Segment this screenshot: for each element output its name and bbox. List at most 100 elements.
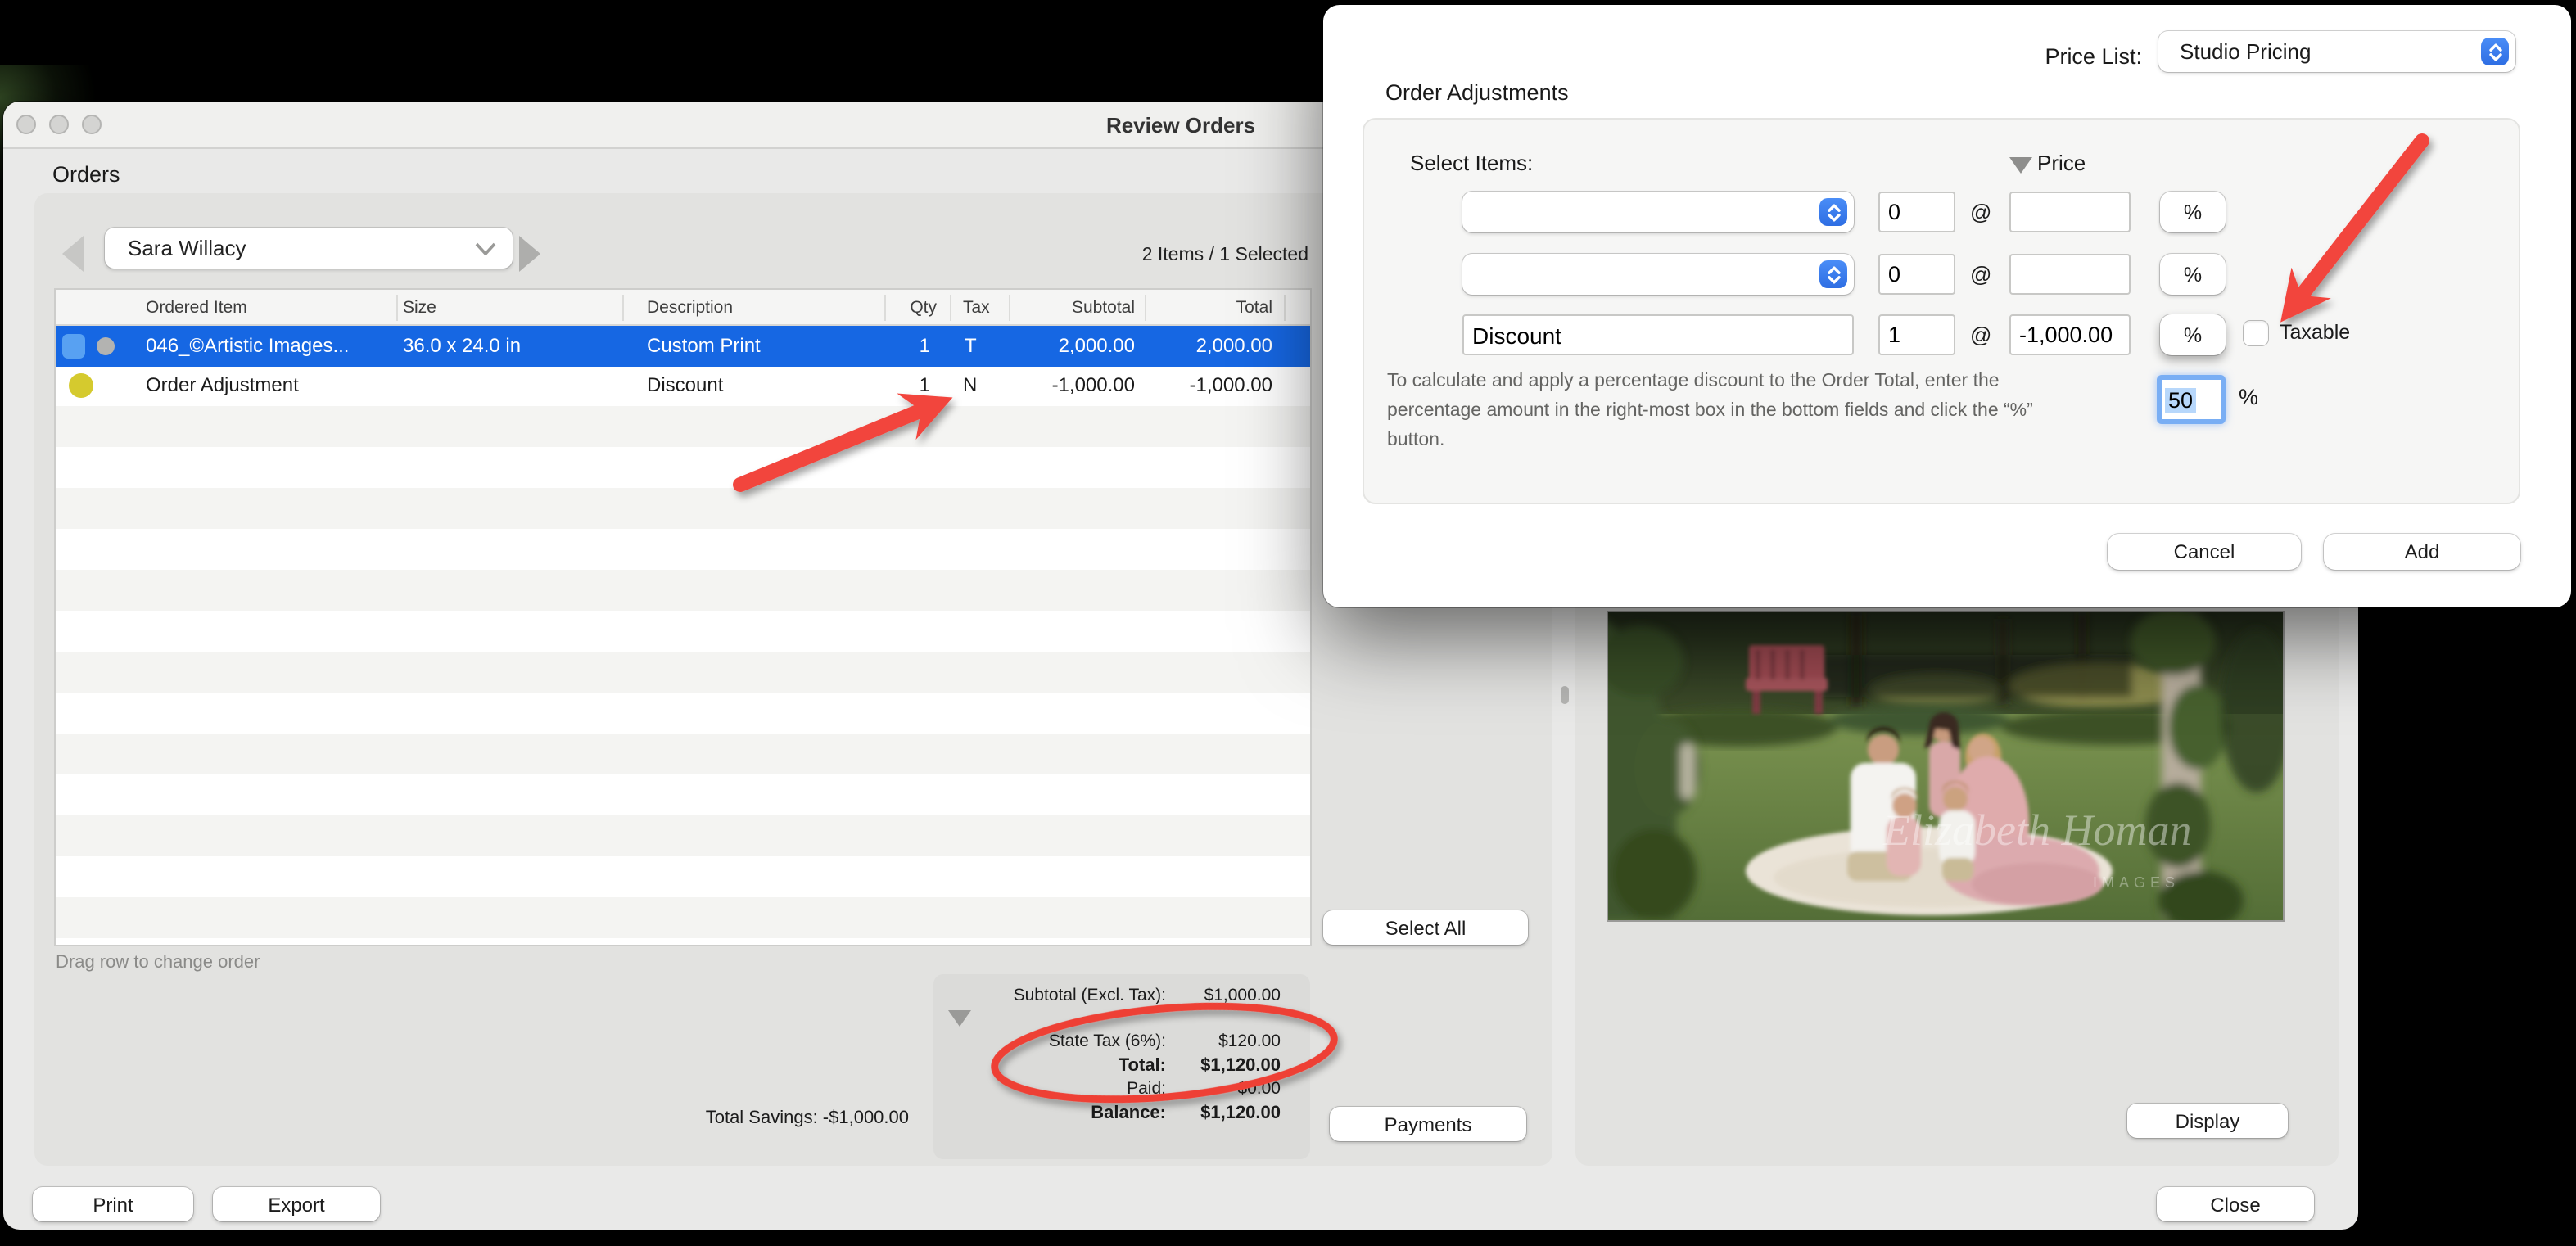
price-field[interactable] [2009, 254, 2131, 295]
table-row[interactable]: Order Adjustment Discount 1 N -1,000.00 … [56, 367, 1310, 406]
quantity-field[interactable] [1878, 254, 1955, 295]
export-button[interactable]: Export [213, 1187, 380, 1221]
percent-input[interactable]: 50 [2157, 375, 2226, 424]
subtotal-label: Subtotal (Excl. Tax): [983, 986, 1166, 1005]
add-button[interactable]: Add [2324, 534, 2520, 570]
adjustment-row-3: @ % Taxable [1364, 314, 2522, 355]
item-status-dot-icon [97, 337, 115, 355]
cell-description: Custom Print [647, 334, 761, 357]
price-field[interactable] [2009, 314, 2131, 355]
totals-disclosure-triangle-icon[interactable] [948, 1010, 971, 1027]
order-adjustments-dialog: Price List: Studio Pricing Order Adjustm… [1323, 5, 2571, 607]
quantity-field[interactable] [1878, 192, 1955, 232]
items-selected-status: 2 Items / 1 Selected [1142, 246, 1308, 265]
column-divider [622, 295, 624, 321]
total-savings-text: Total Savings: -$1,000.00 [526, 1108, 909, 1128]
cell-qty: 1 [832, 373, 930, 396]
percent-button-label: % [2184, 201, 2202, 223]
print-button[interactable]: Print [33, 1187, 193, 1221]
balance-label: Balance: [983, 1104, 1166, 1123]
price-field[interactable] [2009, 192, 2131, 232]
payments-button[interactable]: Payments [1330, 1107, 1526, 1141]
order-items-table[interactable]: Ordered Item Size Description Qty Tax Su… [56, 290, 1310, 945]
taxable-checkbox[interactable] [2244, 321, 2268, 345]
column-header-ordered-item[interactable]: Ordered Item [146, 298, 247, 318]
selected-item-photo: Elizabeth Homan IMAGES [1608, 612, 2283, 920]
print-label: Print [93, 1193, 133, 1216]
family-portrait-image: Elizabeth Homan IMAGES [1608, 612, 2283, 920]
close-button[interactable]: Close [2157, 1187, 2314, 1221]
at-symbol: @ [1970, 200, 1991, 224]
export-label: Export [268, 1193, 324, 1216]
cell-tax: T [965, 334, 977, 357]
percent-button[interactable]: % [2160, 192, 2226, 232]
cell-total: 2,000.00 [1174, 334, 1272, 357]
orders-section-label: Orders [52, 162, 120, 187]
adjustment-name-field[interactable] [1462, 314, 1854, 355]
column-header-description[interactable]: Description [647, 298, 733, 318]
price-sort-triangle-icon[interactable] [2009, 157, 2032, 174]
table-header-row[interactable]: Ordered Item Size Description Qty Tax Su… [56, 290, 1310, 326]
cell-ordered-item: Order Adjustment [146, 373, 299, 396]
cell-ordered-item: 046_©Artistic Images... [146, 334, 349, 357]
cell-subtotal: -1,000.00 [1037, 373, 1135, 396]
payments-label: Payments [1385, 1113, 1472, 1135]
item-color-tag-yellow-icon [69, 373, 93, 398]
tax-label: State Tax (6%): [983, 1032, 1166, 1051]
cell-size: 36.0 x 24.0 in [403, 334, 521, 357]
cell-qty: 1 [832, 334, 930, 357]
quantity-field[interactable] [1878, 314, 1955, 355]
at-symbol: @ [1970, 262, 1991, 287]
column-divider [950, 295, 951, 321]
column-header-subtotal[interactable]: Subtotal [1037, 298, 1135, 318]
percent-button[interactable]: % [2160, 314, 2226, 355]
column-header-total[interactable]: Total [1174, 298, 1272, 318]
next-client-arrow-icon[interactable] [519, 236, 540, 272]
split-view-drag-handle[interactable] [1561, 686, 1569, 704]
column-header-size[interactable]: Size [403, 298, 436, 318]
price-list-value: Studio Pricing [2180, 39, 2311, 64]
paid-label: Paid: [983, 1079, 1166, 1099]
price-list-dropdown[interactable]: Studio Pricing [2158, 31, 2515, 72]
client-dropdown[interactable]: Sara Willacy [105, 228, 513, 269]
previous-client-arrow-icon[interactable] [62, 236, 84, 272]
chevron-down-icon [475, 242, 496, 255]
column-divider [884, 295, 886, 321]
cell-description: Discount [647, 373, 723, 396]
item-color-tag-blue-icon [62, 334, 85, 359]
cell-total: -1,000.00 [1174, 373, 1272, 396]
percent-button-label: % [2184, 323, 2202, 346]
total-label: Total: [983, 1056, 1166, 1076]
price-list-label: Price List: [1946, 44, 2142, 69]
column-header-qty[interactable]: Qty [838, 298, 937, 318]
select-all-label: Select All [1385, 916, 1467, 939]
close-label: Close [2210, 1193, 2260, 1216]
cell-tax: N [963, 373, 977, 396]
taxable-label: Taxable [2280, 321, 2350, 344]
client-dropdown-value: Sara Willacy [128, 236, 246, 260]
percentage-discount-help-text: To calculate and apply a percentage disc… [1387, 368, 2045, 456]
percent-input-value: 50 [2165, 387, 2196, 412]
cancel-button[interactable]: Cancel [2108, 534, 2301, 570]
total-value: $1,120.00 [1166, 1056, 1281, 1076]
desktop: Review Orders Orders Sara Willacy 2 Item… [0, 0, 2576, 1246]
cell-subtotal: 2,000.00 [1037, 334, 1135, 357]
column-divider [396, 295, 398, 321]
dialog-heading: Order Adjustments [1385, 80, 1569, 105]
item-popup[interactable] [1462, 254, 1854, 295]
cancel-label: Cancel [2174, 540, 2235, 563]
display-label: Display [2176, 1109, 2240, 1132]
table-row-selected[interactable]: 046_©Artistic Images... 36.0 x 24.0 in C… [56, 326, 1310, 367]
display-button[interactable]: Display [2127, 1104, 2288, 1138]
add-label: Add [2405, 540, 2440, 563]
percent-button[interactable]: % [2160, 254, 2226, 295]
item-popup[interactable] [1462, 192, 1854, 232]
select-all-button[interactable]: Select All [1323, 910, 1528, 945]
popup-stepper-icon [1819, 198, 1847, 226]
subtotal-value: $1,000.00 [1166, 986, 1281, 1005]
column-header-tax[interactable]: Tax [963, 298, 990, 318]
adjustment-row-2: @ % [1364, 254, 2522, 295]
column-divider [1145, 295, 1146, 321]
paid-value: $0.00 [1166, 1079, 1281, 1099]
tax-value: $120.00 [1166, 1032, 1281, 1051]
